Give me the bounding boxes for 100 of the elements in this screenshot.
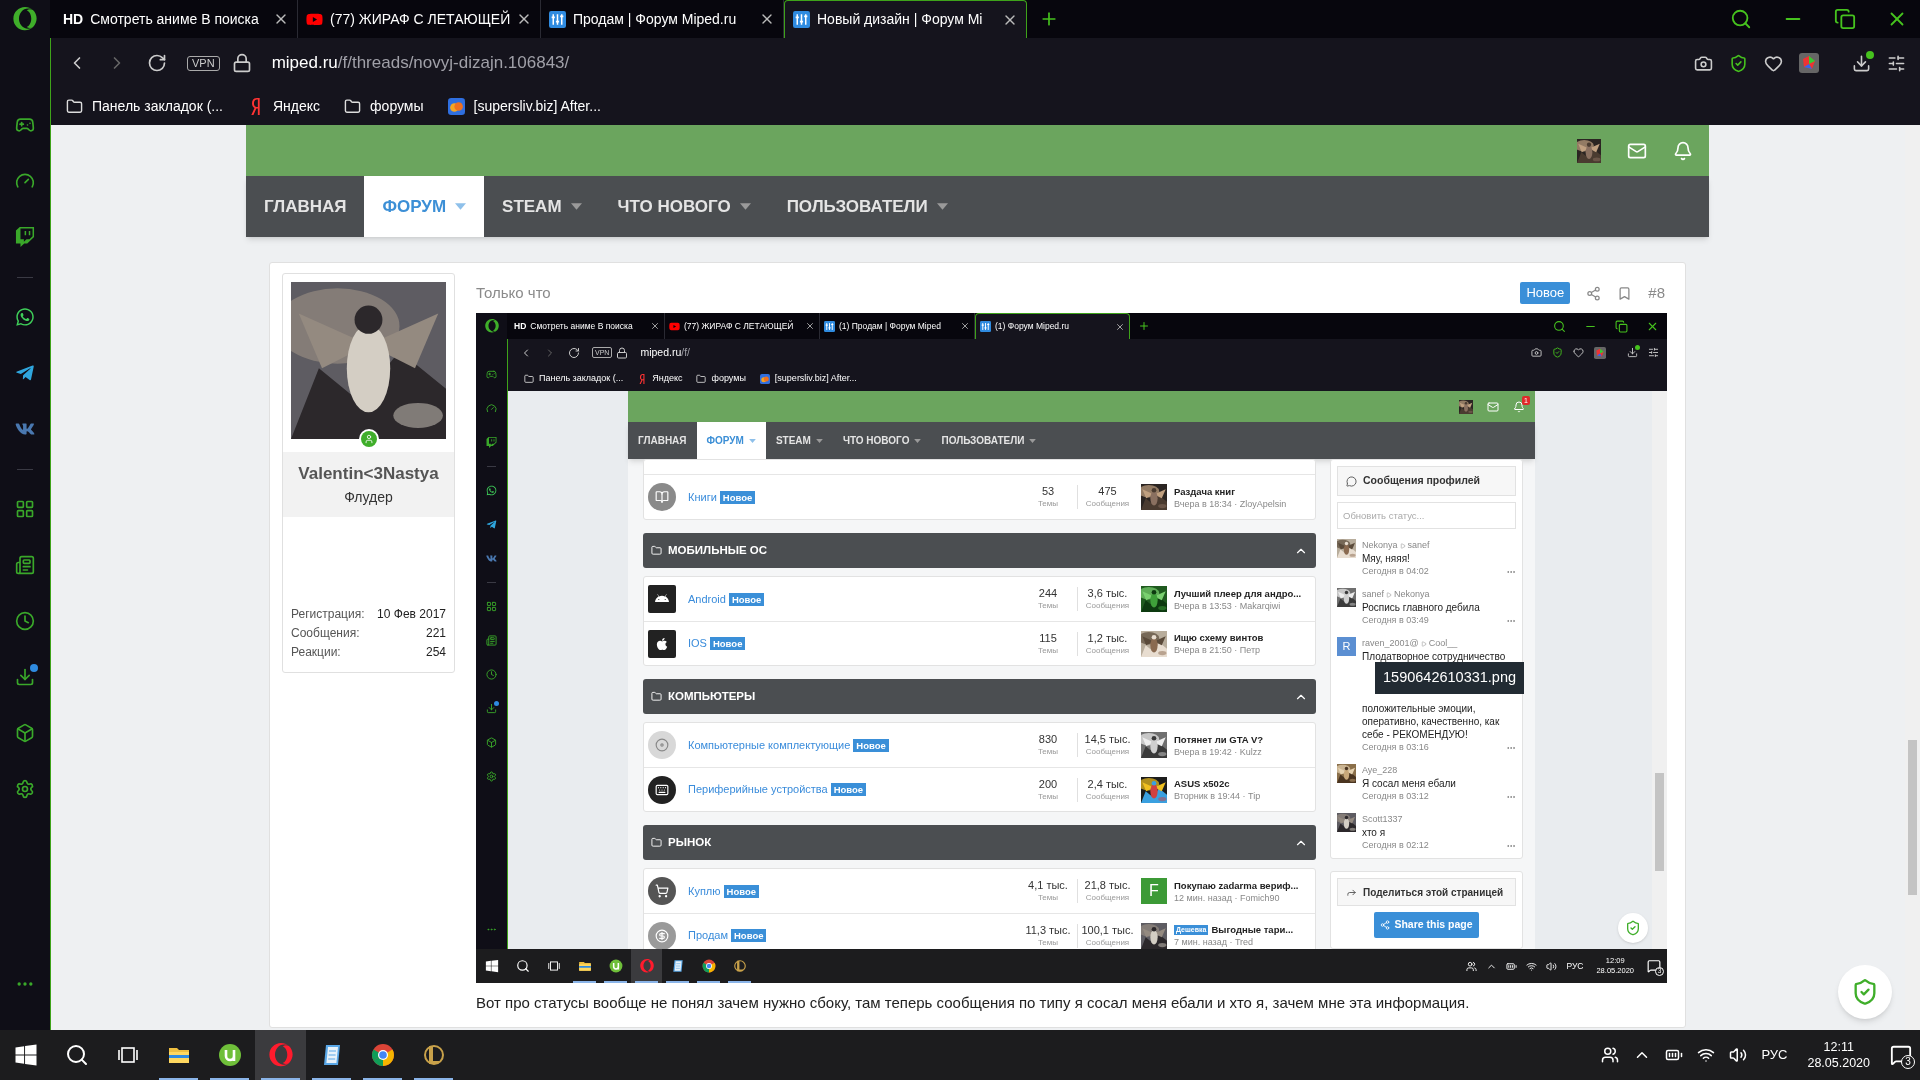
forum-link[interactable]: Android — [688, 590, 726, 608]
game-icon[interactable] — [732, 959, 747, 973]
extension-icon[interactable] — [1799, 53, 1819, 73]
bookmark[interactable]: Яндекс — [247, 96, 321, 117]
telegram-icon[interactable] — [15, 363, 35, 383]
thread-title[interactable]: Ищю схему винтов — [1174, 631, 1264, 644]
download-icon[interactable] — [1627, 347, 1638, 358]
shield-button[interactable] — [1618, 913, 1648, 943]
twitch-icon[interactable] — [15, 227, 35, 247]
settings-icon[interactable] — [15, 779, 35, 799]
forum-link[interactable]: Куплю — [688, 882, 721, 900]
forum-link[interactable]: Продам — [688, 927, 728, 944]
url-field[interactable]: miped.ru/f/threads/novyj-dizajn.106843/ — [271, 50, 1674, 76]
bookmark[interactable]: форумы — [344, 96, 424, 117]
username[interactable]: sanef — [1407, 539, 1430, 552]
bell-icon[interactable] — [1673, 140, 1693, 161]
language-indicator[interactable]: РУС — [1566, 959, 1584, 973]
heart-icon[interactable] — [1573, 347, 1584, 358]
notifications-icon[interactable]: 3 — [1890, 1044, 1912, 1066]
speedometer-icon[interactable] — [486, 402, 497, 414]
download-icon[interactable] — [15, 667, 35, 687]
username[interactable]: Cool__ — [1428, 637, 1458, 650]
status-field[interactable]: Обновить статус... — [1337, 502, 1516, 529]
telegram-icon[interactable] — [486, 518, 497, 530]
battery-icon[interactable] — [1506, 960, 1518, 972]
shield-icon[interactable] — [1729, 53, 1748, 73]
people-icon[interactable] — [1601, 1046, 1620, 1064]
username[interactable]: Nekonya — [1394, 588, 1430, 601]
camera-icon[interactable] — [1531, 347, 1542, 358]
username[interactable]: Valentin<3Nastya — [298, 461, 439, 487]
nav-tab[interactable]: ГЛАВНАЯ — [628, 422, 697, 459]
bookmark[interactable]: [supersliv.biz] After... — [759, 371, 857, 386]
clock[interactable]: 12:11 28.05.2020 — [1801, 1039, 1876, 1071]
close-icon[interactable] — [1115, 321, 1125, 332]
news-icon[interactable] — [486, 634, 497, 646]
settings-icon[interactable] — [1887, 53, 1906, 73]
category-header[interactable]: КОМПЬЮТЕРЫ — [643, 679, 1316, 714]
reload-icon[interactable] — [568, 346, 580, 359]
speedometer-icon[interactable] — [15, 171, 35, 191]
opera-icon[interactable] — [268, 1043, 293, 1067]
thread-title[interactable]: Выгодные тари... — [1211, 923, 1294, 936]
caret-icon[interactable] — [739, 203, 751, 210]
forum-row[interactable]: Компьютерные комплектующие Новое 830 Темы 14,5 тыс. Сообщения Потянет ли GTA V? Вчера в 19:42 · Kulzz — [644, 723, 1315, 767]
username[interactable]: sanef — [1362, 588, 1385, 601]
browser-tab[interactable]: Новый дизайн | Форум Mi — [784, 0, 1027, 38]
folder-icon[interactable] — [577, 959, 592, 973]
username[interactable]: Scott1337 — [1362, 813, 1403, 826]
cube-icon[interactable] — [486, 736, 497, 748]
news-icon[interactable] — [15, 555, 35, 575]
clock-icon[interactable] — [486, 668, 497, 680]
whatsapp-icon[interactable] — [15, 307, 35, 327]
thread-title[interactable]: ASUS x502c — [1174, 777, 1230, 790]
nav-tab[interactable]: STEAM — [484, 176, 600, 237]
volume-icon[interactable] — [1546, 960, 1558, 972]
chrome-icon[interactable] — [370, 1043, 395, 1067]
forum-row[interactable]: Куплю Новое 4,1 тыс. Темы 21,8 тыс. Сообщения F Покупаю zadarma вериф... 12 мин. назад · Fomich90 — [644, 869, 1315, 913]
notebook-icon[interactable] — [670, 959, 685, 973]
thread-title[interactable]: Лучший плеер для андро... — [1174, 586, 1302, 600]
forum-row[interactable]: Книги Новое 53 Темы 475 Сообщения Раздача книг Вчера в 18:34 · ZloyApelsin — [644, 475, 1315, 519]
mail-icon[interactable] — [1487, 400, 1499, 413]
game-icon[interactable] — [421, 1043, 446, 1067]
url-field[interactable]: miped.ru/f/ — [640, 344, 1519, 361]
bookmark[interactable]: [supersliv.biz] After... — [447, 96, 601, 117]
restore-icon[interactable] — [1615, 319, 1628, 333]
heart-icon[interactable] — [1764, 53, 1783, 73]
browser-logo-icon[interactable] — [484, 319, 499, 333]
start-icon[interactable] — [13, 1043, 38, 1067]
close-icon[interactable] — [960, 321, 970, 331]
nav-tab[interactable]: ГЛАВНАЯ — [246, 176, 365, 237]
clock-icon[interactable] — [15, 611, 35, 631]
wifi-icon[interactable] — [1697, 1046, 1716, 1064]
browser-tab[interactable]: (1) Форум Miped.ru — [975, 313, 1130, 339]
caret-icon[interactable] — [936, 203, 948, 210]
caret-icon[interactable] — [570, 203, 582, 210]
gamepad-icon[interactable] — [15, 115, 35, 135]
forum-link[interactable]: Компьютерные комплектующие — [688, 736, 851, 754]
username[interactable]: Nekonya — [1362, 539, 1398, 552]
camera-icon[interactable] — [1694, 53, 1713, 73]
nav-tab[interactable]: STEAM — [765, 422, 833, 459]
utorrent-icon[interactable] — [217, 1043, 242, 1067]
task-view-icon[interactable] — [546, 959, 561, 973]
language-indicator[interactable]: РУС — [1761, 1045, 1788, 1065]
download-icon[interactable] — [1852, 53, 1871, 73]
download-icon[interactable] — [486, 702, 497, 714]
search-icon[interactable] — [64, 1043, 89, 1067]
opera-icon[interactable] — [639, 959, 654, 973]
search-icon[interactable] — [515, 959, 530, 973]
bookmark[interactable]: Панель закладок (... — [524, 371, 624, 386]
gamepad-icon[interactable] — [486, 368, 497, 380]
bell-icon[interactable] — [1513, 400, 1525, 413]
forum-row[interactable]: IOS Новое 115 Темы 1,2 тыс. Сообщения Ищю схему винтов Вчера в 21:50 · Петр — [644, 621, 1315, 665]
volume-icon[interactable] — [1729, 1046, 1748, 1064]
caret-icon[interactable] — [1029, 438, 1037, 443]
people-icon[interactable] — [1466, 960, 1478, 972]
nav-tab[interactable]: ПОЛЬЗОВАТЕЛИ — [931, 422, 1047, 459]
wifi-icon[interactable] — [1526, 960, 1538, 972]
close-icon[interactable] — [805, 321, 815, 331]
close-icon[interactable] — [650, 321, 660, 331]
forum-row[interactable]: Android Новое 244 Темы 3,6 тыс. Сообщения Лучший плеер для андро... Вчера в 13:53 · Makarqiwi — [644, 577, 1315, 621]
grid-icon[interactable] — [486, 600, 497, 612]
